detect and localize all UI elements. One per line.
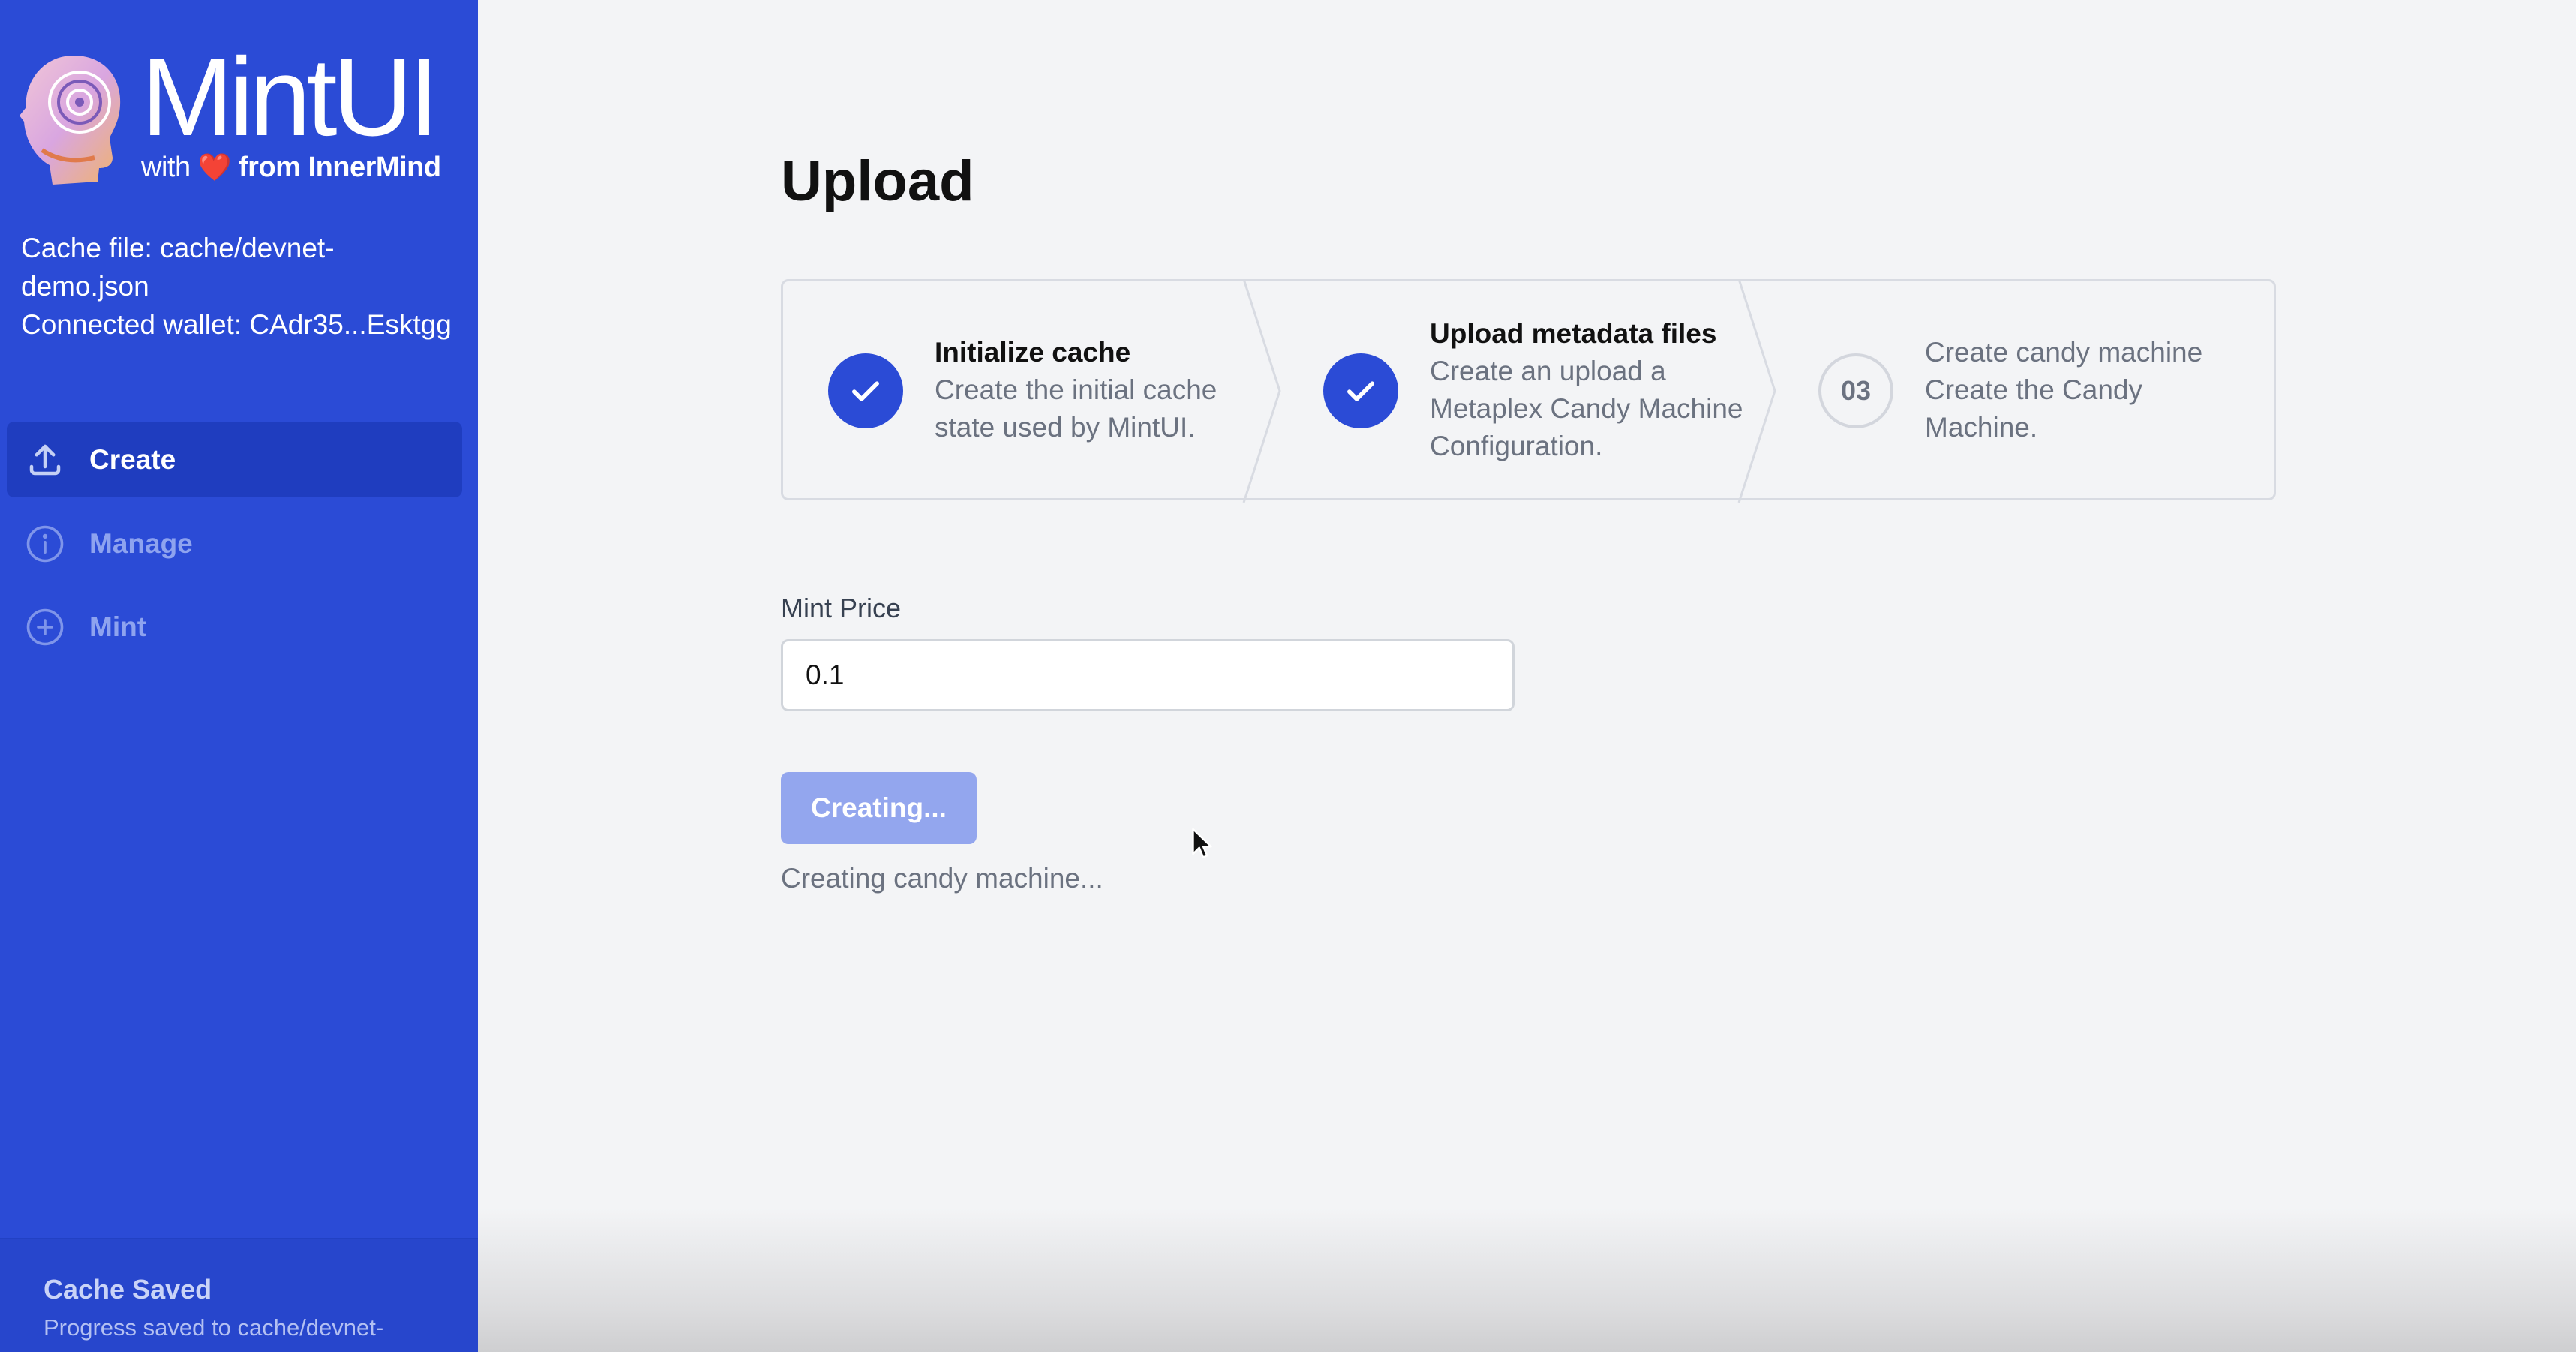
head-logo-icon [20,56,121,185]
step-create-candy-machine: 03 Create candy machine Create the Candy… [1773,281,2276,498]
mint-price-label: Mint Price [781,593,902,623]
step-description: Create the initial cache state used by M… [935,374,1217,443]
page-title: Upload [781,149,974,213]
toast-title: Cache Saved [44,1274,212,1305]
create-button[interactable]: Creating... [781,772,977,844]
step-upload-metadata: Upload metadata files Create an upload a… [1278,281,1773,498]
tagline-prefix: with [141,152,191,183]
main-content: Upload Initialize cache Create the initi… [478,0,2576,1352]
step-text: Upload metadata files Create an upload a… [1430,315,1760,465]
plus-circle-icon [26,608,64,646]
session-info: Cache file: cache/devnet-demo.json Conne… [21,229,456,344]
step-name: Create candy machine [1925,337,2203,368]
logo-title: MintUI [141,35,440,159]
wallet-label: Connected wallet: [21,309,242,340]
mint-price-input[interactable] [781,639,1515,711]
step-name: Upload metadata files [1430,318,1717,349]
tagline-suffix: from InnerMind [239,152,441,183]
mintui-logo: MintUI with ❤️ from InnerMind [20,42,447,189]
nav-item-create[interactable]: Create [7,422,462,497]
nav-label-mint: Mint [89,611,147,642]
nav-item-manage[interactable]: Manage [7,506,462,581]
cache-saved-toast: Cache Saved Progress saved to cache/devn… [0,1238,478,1352]
progress-stepper: Initialize cache Create the initial cach… [781,279,2276,503]
heart-icon: ❤️ [197,152,232,182]
step-number-badge: 03 [1818,353,1893,428]
step-text: Initialize cache Create the initial cach… [935,334,1265,446]
info-icon [26,525,64,563]
step-name: Initialize cache [935,337,1131,368]
cache-file-line: Cache file: cache/devnet-demo.json [21,229,456,305]
sidebar: MintUI with ❤️ from InnerMind Cache file… [0,0,478,1352]
nav-item-mint[interactable]: Mint [7,589,462,665]
nav-label-create: Create [89,443,176,475]
step-description: Create the Candy Machine. [1925,374,2143,443]
wallet-line: Connected wallet: CAdr35...Esktgg [21,305,456,344]
step-initialize-cache: Initialize cache Create the initial cach… [783,281,1278,498]
toast-message: Progress saved to cache/devnet-demo.json… [44,1314,384,1352]
status-message: Creating candy machine... [781,863,1103,894]
wallet-value: CAdr35...Esktgg [249,309,452,340]
step-description: Create an upload a Metaplex Candy Machin… [1430,356,1743,461]
step-text: Create candy machine Create the Candy Ma… [1925,334,2255,446]
upload-icon [29,444,61,476]
logo-tagline: with ❤️ from InnerMind [141,152,441,184]
check-icon [852,381,879,401]
cache-file-label: Cache file: [21,233,152,263]
check-icon [1347,381,1374,401]
step-complete-badge [1323,353,1398,428]
step-complete-badge [828,353,903,428]
nav-label-manage: Manage [89,527,193,559]
bottom-fade-overlay [478,1208,2576,1352]
mouse-cursor-icon [1192,828,1212,858]
